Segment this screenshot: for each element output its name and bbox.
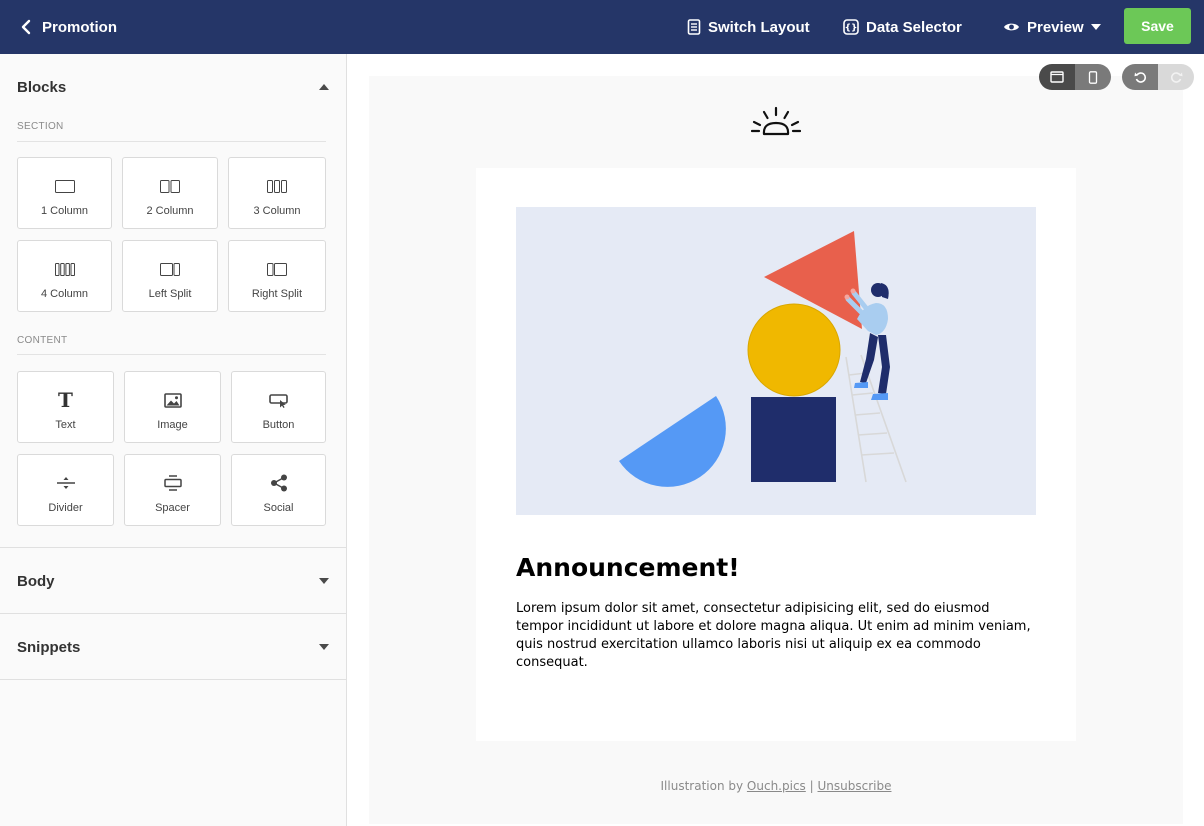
email-body-text[interactable]: Lorem ipsum dolor sit amet, consectetur … xyxy=(516,600,1038,672)
illustrator-link[interactable]: Ouch.pics xyxy=(747,779,806,793)
expand-arrow-icon xyxy=(319,644,329,650)
share-icon xyxy=(270,472,288,494)
svg-text:{}: {} xyxy=(845,24,858,34)
hero-image[interactable] xyxy=(516,207,1036,515)
blocks-section-header[interactable]: Blocks xyxy=(0,54,346,120)
block-label: 4 Column xyxy=(40,288,89,300)
spacer-icon xyxy=(163,472,182,494)
text-icon: T xyxy=(58,388,73,412)
content-label: CONTENT xyxy=(17,335,68,346)
view-toggle xyxy=(1039,64,1111,90)
blocks-title: Blocks xyxy=(17,78,67,96)
block-right-split[interactable]: Right Split xyxy=(228,240,326,312)
layout-icon xyxy=(687,19,701,35)
block-2-column[interactable]: 2 Column xyxy=(122,157,218,229)
save-button[interactable]: Save xyxy=(1124,8,1191,44)
page-title: Promotion xyxy=(42,18,117,36)
content-label-text: Text xyxy=(55,419,76,431)
content-label-spacer: Spacer xyxy=(155,502,190,514)
content-label-image: Image xyxy=(157,419,188,431)
content-image[interactable]: Image xyxy=(124,371,221,443)
unsubscribe-link[interactable]: Unsubscribe xyxy=(818,779,892,793)
button-icon xyxy=(268,389,289,411)
history-toggle xyxy=(1122,64,1194,90)
illustration xyxy=(619,231,907,487)
divider xyxy=(17,141,326,142)
desktop-view-button[interactable] xyxy=(1039,64,1075,90)
two-column-icon xyxy=(160,175,180,197)
logo-icon xyxy=(751,106,801,136)
block-left-split[interactable]: Left Split xyxy=(122,240,218,312)
email-heading[interactable]: Announcement! xyxy=(516,553,740,582)
right-split-icon xyxy=(267,258,287,280)
block-4-column[interactable]: 4 Column xyxy=(17,240,112,312)
block-1-column[interactable]: 1 Column xyxy=(17,157,112,229)
three-column-icon xyxy=(267,175,287,197)
chevron-left-icon xyxy=(21,19,31,35)
divider xyxy=(17,354,326,355)
block-label: Right Split xyxy=(251,288,303,300)
preview-dropdown[interactable]: Preview xyxy=(1003,0,1101,54)
image-icon xyxy=(163,389,182,411)
footer-separator: | xyxy=(809,779,814,793)
mobile-view-button[interactable] xyxy=(1075,64,1111,90)
content-label-social: Social xyxy=(263,502,294,514)
footer-prefix: Illustration by xyxy=(660,779,744,793)
data-selector-button[interactable]: {} Data Selector xyxy=(843,0,962,54)
four-column-icon xyxy=(54,258,75,280)
section-label: SECTION xyxy=(17,121,64,132)
undo-icon xyxy=(1134,71,1146,83)
snippets-section-header[interactable]: Snippets xyxy=(0,614,346,680)
sidebar: Blocks SECTION 1 Column 2 Column 3 Colum… xyxy=(0,54,347,826)
expand-arrow-icon xyxy=(319,578,329,584)
block-label: 3 Column xyxy=(253,205,301,217)
back-button[interactable]: Promotion xyxy=(20,0,117,54)
switch-layout-button[interactable]: Switch Layout xyxy=(687,0,810,54)
content-text[interactable]: T Text xyxy=(17,371,114,443)
data-selector-label: Data Selector xyxy=(866,18,962,36)
redo-button[interactable] xyxy=(1158,64,1194,90)
left-split-icon xyxy=(160,258,180,280)
content-divider[interactable]: Divider xyxy=(17,454,114,526)
content-label-button: Button xyxy=(262,419,295,431)
preview-label: Preview xyxy=(1027,18,1084,36)
body-section-header[interactable]: Body xyxy=(0,548,346,614)
block-3-column[interactable]: 3 Column xyxy=(228,157,326,229)
caret-down-icon xyxy=(1090,24,1101,30)
email-footer: Illustration by Ouch.pics | Unsubscribe xyxy=(369,779,1183,793)
snippets-title: Snippets xyxy=(17,638,81,656)
content-spacer[interactable]: Spacer xyxy=(124,454,221,526)
one-column-icon xyxy=(54,175,75,197)
redo-icon xyxy=(1170,71,1182,83)
body-title: Body xyxy=(17,572,55,590)
block-label: Left Split xyxy=(148,288,192,300)
divider xyxy=(0,679,346,680)
half-circle-shape xyxy=(619,396,726,487)
content-social[interactable]: Social xyxy=(231,454,326,526)
switch-layout-label: Switch Layout xyxy=(708,18,810,36)
block-label: 2 Column xyxy=(146,205,194,217)
top-bar: Promotion Switch Layout {} Data Selector… xyxy=(0,0,1204,54)
content-label-divider: Divider xyxy=(48,502,83,514)
content-button[interactable]: Button xyxy=(231,371,326,443)
data-selector-icon: {} xyxy=(843,19,859,35)
collapse-arrow-icon xyxy=(319,84,329,90)
ladder-shape xyxy=(845,354,907,483)
block-label: 1 Column xyxy=(40,205,89,217)
mobile-icon xyxy=(1088,70,1098,84)
square-shape xyxy=(751,397,836,482)
divider-icon xyxy=(56,472,75,494)
person-figure xyxy=(844,283,890,400)
undo-button[interactable] xyxy=(1122,64,1158,90)
circle-shape xyxy=(747,303,841,397)
eye-icon xyxy=(1004,23,1019,31)
desktop-icon xyxy=(1050,71,1064,83)
